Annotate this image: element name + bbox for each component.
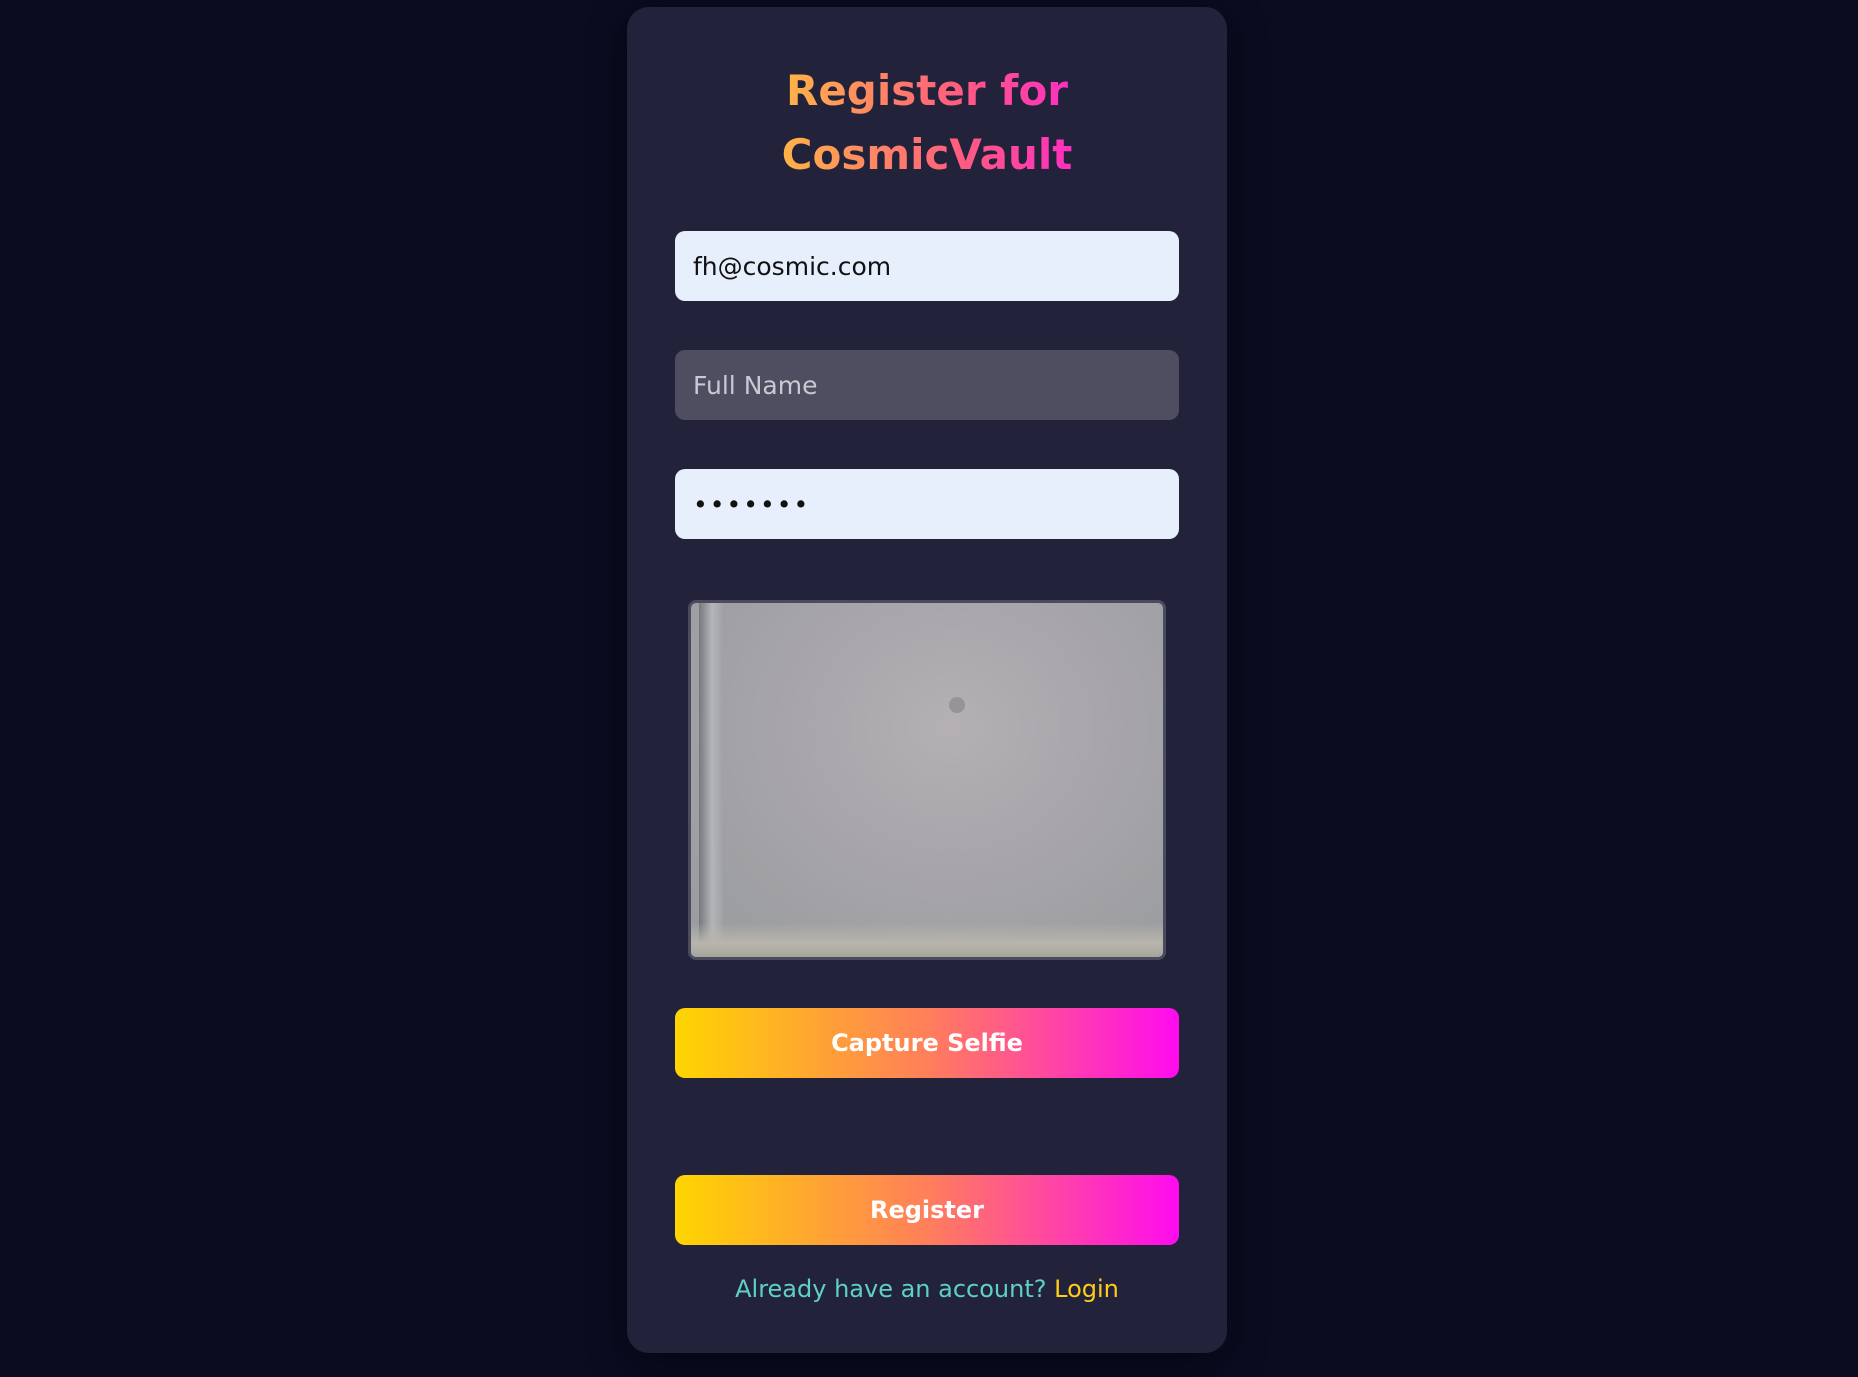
login-prompt-text: Already have an account? bbox=[735, 1275, 1047, 1303]
register-button[interactable]: Register bbox=[675, 1175, 1179, 1245]
webcam-scene-edge bbox=[699, 603, 723, 957]
page-title: Register for CosmicVault bbox=[627, 59, 1227, 187]
email-field[interactable] bbox=[675, 231, 1179, 301]
full-name-field[interactable] bbox=[675, 350, 1179, 420]
title-line-2: CosmicVault bbox=[781, 130, 1073, 179]
webcam-scene-floor bbox=[691, 923, 1163, 957]
login-prompt: Already have an account? Login bbox=[627, 1275, 1227, 1303]
login-link[interactable]: Login bbox=[1054, 1275, 1119, 1303]
webcam-scene-spot bbox=[949, 697, 965, 713]
register-card: Register for CosmicVault Capture Selfie … bbox=[627, 7, 1227, 1353]
password-field[interactable] bbox=[675, 469, 1179, 539]
title-line-1: Register for bbox=[785, 66, 1069, 115]
webcam-preview bbox=[688, 600, 1166, 960]
capture-selfie-button[interactable]: Capture Selfie bbox=[675, 1008, 1179, 1078]
